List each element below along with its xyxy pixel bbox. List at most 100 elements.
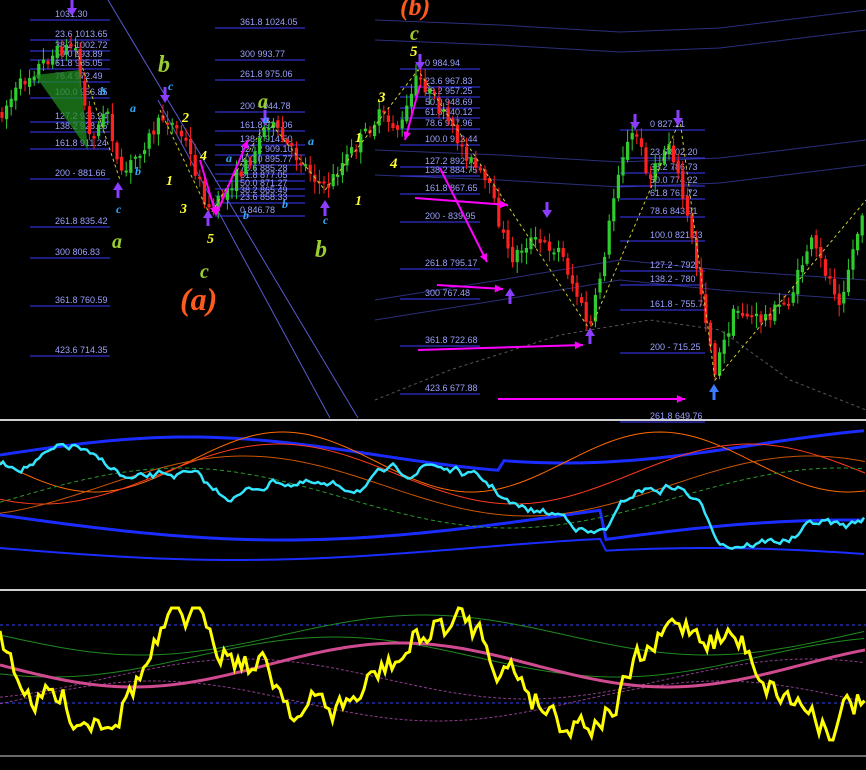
candle-body <box>561 248 565 257</box>
candle-body <box>616 174 620 199</box>
candle-body <box>285 139 289 144</box>
candle-body <box>405 105 409 122</box>
candle-body <box>842 291 846 304</box>
candle-body <box>501 229 505 233</box>
candle-body <box>120 156 124 171</box>
candle-body <box>147 133 151 149</box>
candle-body <box>593 294 597 322</box>
candle-body <box>607 220 611 255</box>
candle-body <box>5 105 9 120</box>
candle-body <box>681 170 685 199</box>
candle-body <box>465 146 469 161</box>
candle-body <box>534 237 538 240</box>
candle-body <box>179 130 183 137</box>
candle-body <box>400 119 404 129</box>
chart-stage: 1031.3023.6 1013.6538.2 1002.7250.0 993.… <box>0 0 866 770</box>
candle-body <box>267 127 271 130</box>
candle-body <box>175 125 179 129</box>
wave-label: 1 <box>166 174 173 189</box>
wave-label: c <box>168 79 174 93</box>
candle-body <box>32 76 36 81</box>
candle-body <box>644 147 648 173</box>
candle-body <box>800 265 804 273</box>
candle-body <box>612 198 616 222</box>
candle-body <box>506 229 510 249</box>
candle-body <box>759 314 763 323</box>
candle-body <box>170 122 174 125</box>
candle-body <box>115 142 119 160</box>
wave-label: b <box>100 84 106 98</box>
wave-label: b <box>135 164 141 178</box>
candle-body <box>423 79 427 93</box>
candle-body <box>299 162 303 166</box>
candle-body <box>524 247 528 253</box>
candle-body <box>547 241 551 251</box>
fib-level-label: 361.8 760.59 <box>55 295 108 305</box>
candle-body <box>51 55 55 65</box>
candle-body <box>736 310 740 313</box>
candle-body <box>810 237 814 250</box>
candle-body <box>695 237 699 269</box>
wave-label: 3 <box>179 202 187 217</box>
candle-body <box>782 302 786 305</box>
candle-body <box>129 160 133 173</box>
candle-body <box>630 132 634 140</box>
candle-body <box>198 176 202 180</box>
candle-body <box>635 134 639 137</box>
fib-level-label: 261.8 975.06 <box>240 69 293 79</box>
candle-body <box>828 276 832 279</box>
candle-body <box>87 106 91 135</box>
candle-body <box>745 313 749 317</box>
fib-level-label: 50.0 774.22 <box>650 175 698 185</box>
candle-body <box>837 293 841 306</box>
candle-body <box>860 215 864 236</box>
candle-body <box>621 157 625 176</box>
candle-body <box>396 125 400 130</box>
wave-label: 1 <box>355 131 362 146</box>
fib-level-label: 261.8 795.17 <box>425 258 478 268</box>
fib-level-label: 261.8 835.42 <box>55 216 108 226</box>
candle-body <box>649 174 653 180</box>
candle-body <box>143 150 147 155</box>
candle-body <box>566 258 570 275</box>
candle-body <box>253 151 257 164</box>
fib-level-label: 138.2 - 780 <box>650 274 696 284</box>
candle-body <box>626 141 630 161</box>
candle-body <box>672 145 676 163</box>
wave-label: (b) <box>400 0 430 21</box>
wave-label: 2 <box>181 111 189 126</box>
candle-body <box>409 93 413 107</box>
candle-body <box>690 214 694 239</box>
candle-body <box>202 180 206 205</box>
wave-label: b <box>243 208 249 222</box>
fib-level-label: 23.6 858.33 <box>240 192 288 202</box>
candle-body <box>106 111 110 114</box>
candle-body <box>846 269 850 293</box>
wave-label: a <box>112 231 122 253</box>
candle-body <box>805 251 809 264</box>
candle-body <box>653 163 657 181</box>
candle-body <box>391 123 395 129</box>
wave-label: 5 <box>410 44 418 60</box>
wave-label: a <box>308 134 314 148</box>
wave-label: 4 <box>199 149 207 164</box>
candle-body <box>823 259 827 276</box>
candle-body <box>0 112 4 118</box>
candle-body <box>156 117 160 135</box>
wave-label: c <box>116 202 122 216</box>
candle-body <box>41 59 45 64</box>
wave-label: c <box>323 213 329 227</box>
candle-body <box>570 275 574 284</box>
candle-body <box>741 312 745 316</box>
fib-level-label: 50.0 948.69 <box>425 97 473 107</box>
wave-label: c <box>410 23 419 45</box>
candle-body <box>851 249 855 270</box>
fib-level-label: 200 - 881.66 <box>55 168 106 178</box>
wave-label: b <box>282 197 288 211</box>
candle-body <box>304 164 308 167</box>
candle-body <box>460 144 464 147</box>
fib-level-label: 23.6 967.83 <box>425 76 473 86</box>
fib-level-label: 0 984.94 <box>425 58 460 68</box>
candle-body <box>83 80 87 106</box>
wave-label: c <box>200 261 209 283</box>
